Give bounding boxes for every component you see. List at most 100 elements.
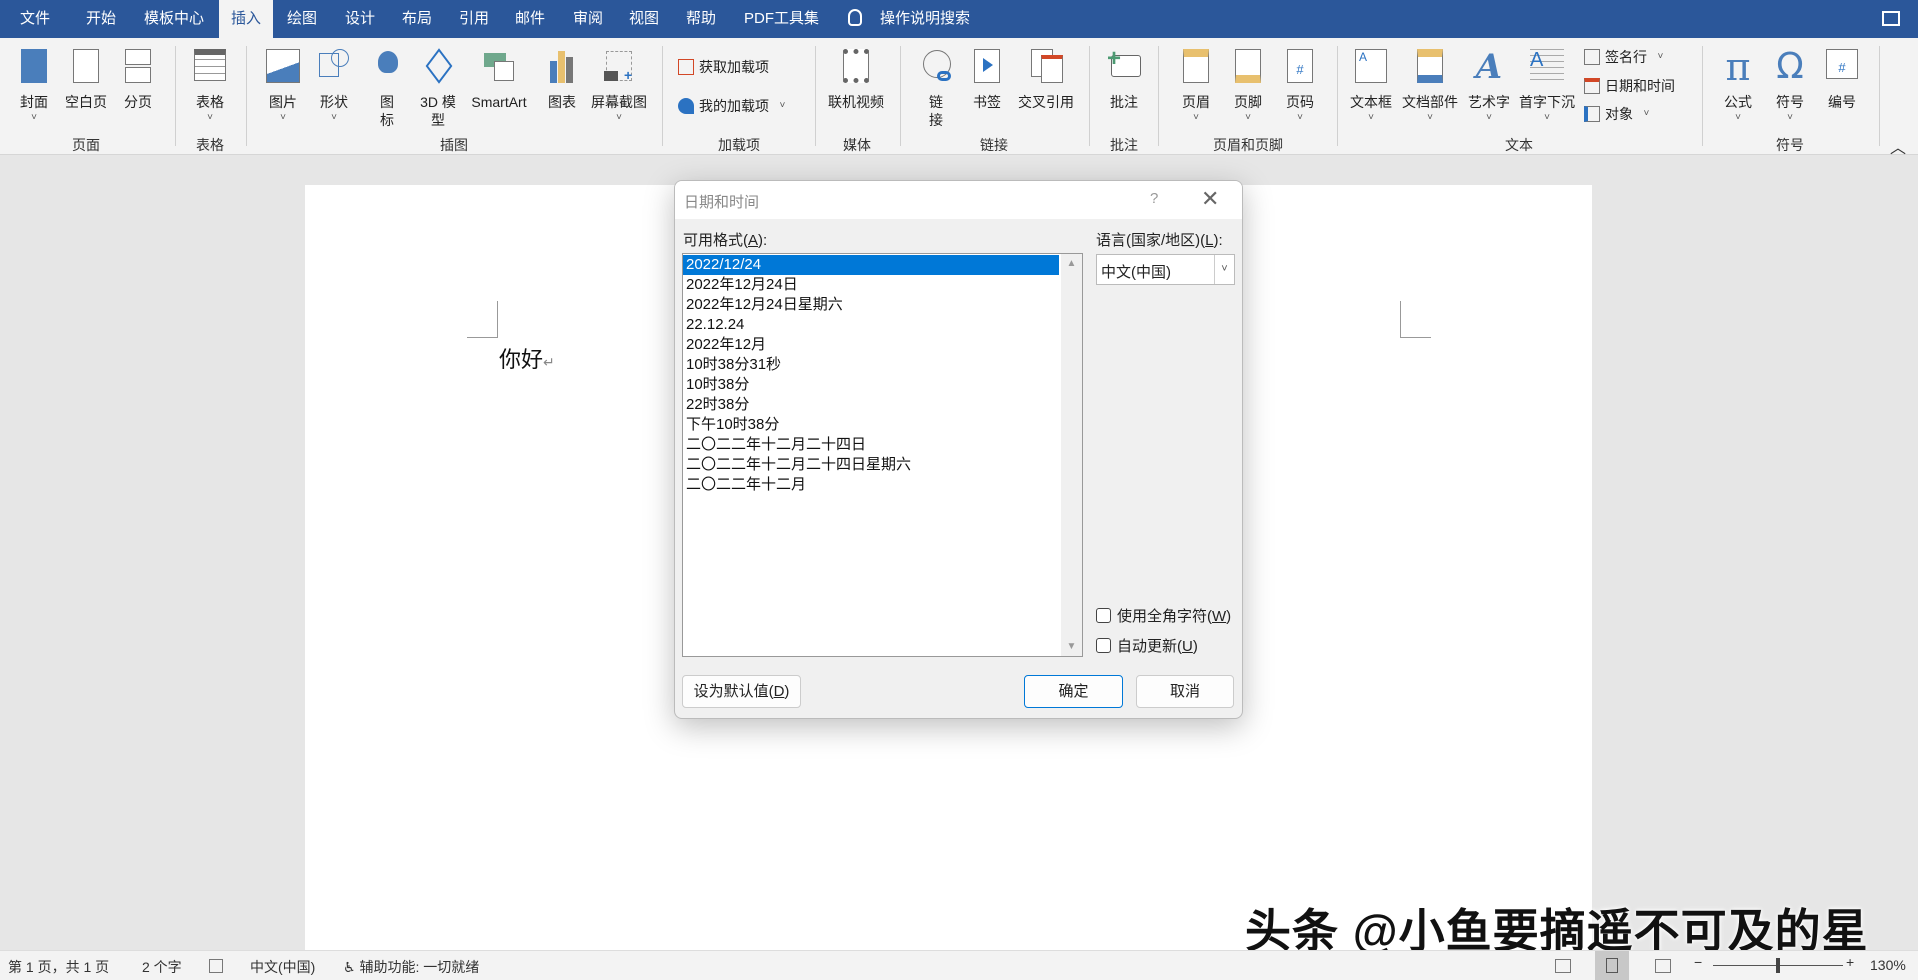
zoom-in-button[interactable]: + xyxy=(1846,954,1854,970)
bookmark-icon xyxy=(970,49,1004,85)
format-option[interactable]: 22时38分 xyxy=(683,395,1059,415)
page-count[interactable]: 第 1 页，共 1 页 xyxy=(8,957,109,977)
margin-corner-right xyxy=(1400,301,1431,338)
number-button[interactable]: # 编号 xyxy=(1816,46,1868,111)
fullwidth-checkbox[interactable]: 使用全角字符(W) xyxy=(1096,605,1231,626)
help-button[interactable]: ? xyxy=(1150,190,1158,207)
format-option[interactable]: 22.12.24 xyxy=(683,315,1059,335)
listbox-scrollbar[interactable]: ▲ ▼ xyxy=(1061,254,1082,656)
accessibility-status[interactable]: ♿︎ 辅助功能: 一切就绪 xyxy=(343,957,479,977)
3d-models-button[interactable]: 3D 模 型 xyxy=(412,46,464,129)
tab-mailings[interactable]: 邮件 xyxy=(507,0,553,38)
format-option[interactable]: 二〇二二年十二月二十四日星期六 xyxy=(683,455,1059,475)
language-status[interactable]: 中文(中国) xyxy=(250,957,315,977)
group-label-header-footer: 页眉和页脚 xyxy=(1213,137,1283,153)
pictures-button[interactable]: 图片 ˅ xyxy=(257,46,309,125)
page-number-button[interactable]: # 页码 ˅ xyxy=(1274,46,1326,125)
tab-design[interactable]: 设计 xyxy=(337,0,383,38)
tab-file[interactable]: 文件 xyxy=(12,0,58,38)
format-option[interactable]: 2022年12月24日星期六 xyxy=(683,295,1059,315)
header-button[interactable]: 页眉 ˅ xyxy=(1170,46,1222,125)
cover-page-button[interactable]: 封面 ˅ xyxy=(8,46,60,125)
chart-button[interactable]: 图表 xyxy=(536,46,588,111)
symbol-button[interactable]: Ω 符号 ˅ xyxy=(1764,46,1816,125)
margin-corner-left xyxy=(467,301,498,338)
format-option[interactable]: 二〇二二年十二月 xyxy=(683,475,1059,495)
tab-references[interactable]: 引用 xyxy=(451,0,497,38)
tab-templates[interactable]: 模板中心 xyxy=(136,0,212,38)
format-option[interactable]: 10时38分 xyxy=(683,375,1059,395)
text-box-button[interactable]: A 文本框 ˅ xyxy=(1345,46,1397,125)
group-label-links: 链接 xyxy=(980,137,1008,153)
bird-icon xyxy=(370,49,404,85)
cross-reference-button[interactable]: 交叉引用 xyxy=(1018,46,1074,111)
tab-layout[interactable]: 布局 xyxy=(394,0,440,38)
signature-icon xyxy=(1584,49,1600,65)
tell-me-search[interactable]: 操作说明搜索 xyxy=(872,0,978,38)
tab-insert[interactable]: 插入 xyxy=(219,0,274,38)
scroll-up-icon[interactable]: ▲ xyxy=(1061,258,1082,269)
cancel-button[interactable]: 取消 xyxy=(1136,675,1234,708)
picture-icon xyxy=(266,49,300,85)
number-icon: # xyxy=(1825,49,1859,85)
zoom-level[interactable]: 130% xyxy=(1870,957,1906,973)
wordart-icon: A xyxy=(1475,47,1503,87)
wordart-button[interactable]: A 艺术字 ˅ xyxy=(1463,46,1515,125)
globe-link-icon xyxy=(919,49,953,85)
format-option[interactable]: 2022年12月24日 xyxy=(683,275,1059,295)
close-icon[interactable]: ✕ xyxy=(1201,186,1219,212)
chevron-down-icon[interactable]: ˅ xyxy=(1214,255,1234,284)
format-option[interactable]: 二〇二二年十二月二十四日 xyxy=(683,435,1059,455)
proofing-icon[interactable] xyxy=(209,959,223,973)
checkbox-box[interactable] xyxy=(1096,608,1111,623)
set-default-button[interactable]: 设为默认值(D) xyxy=(682,675,801,708)
bookmark-button[interactable]: 书签 xyxy=(961,46,1013,111)
smartart-button[interactable]: SmartArt xyxy=(471,46,527,111)
scroll-down-icon[interactable]: ▼ xyxy=(1061,641,1082,652)
group-label-tables: 表格 xyxy=(196,137,224,153)
format-option[interactable]: 10时38分31秒 xyxy=(683,355,1059,375)
tab-help[interactable]: 帮助 xyxy=(678,0,724,38)
chevron-down-icon: ˅ xyxy=(280,112,286,123)
my-addins-button[interactable]: 我的加载项 ˅ xyxy=(678,96,785,116)
signature-line-button[interactable]: 签名行 ˅ xyxy=(1584,47,1663,67)
format-option[interactable]: 2022/12/24 xyxy=(683,255,1059,275)
auto-update-checkbox[interactable]: 自动更新(U) xyxy=(1096,635,1198,656)
formats-listbox[interactable]: 2022/12/24 2022年12月24日 2022年12月24日星期六 22.12… xyxy=(682,253,1083,657)
tab-view[interactable]: 视图 xyxy=(621,0,667,38)
table-button[interactable]: 表格 ˅ xyxy=(184,46,236,125)
checkbox-box[interactable] xyxy=(1096,638,1111,653)
collapse-ribbon-icon[interactable]: ︿ xyxy=(1890,134,1906,158)
zoom-slider-thumb[interactable] xyxy=(1776,958,1780,973)
print-layout-button[interactable] xyxy=(1595,951,1629,980)
web-layout-icon[interactable] xyxy=(1655,959,1671,973)
comments-icon[interactable] xyxy=(1882,11,1900,26)
screenshot-button[interactable]: + 屏幕截图 ˅ xyxy=(591,46,647,125)
zoom-out-button[interactable]: − xyxy=(1694,954,1702,970)
page-break-button[interactable]: 分页 xyxy=(112,46,164,111)
document-text[interactable]: 你好↵ xyxy=(499,342,555,374)
tab-pdf-tools[interactable]: PDF工具集 xyxy=(736,0,827,38)
tab-draw[interactable]: 绘图 xyxy=(279,0,325,38)
footer-button[interactable]: 页脚 ˅ xyxy=(1222,46,1274,125)
date-time-button[interactable]: 日期和时间 xyxy=(1584,76,1675,96)
tab-review[interactable]: 审阅 xyxy=(565,0,611,38)
quick-parts-button[interactable]: 文档部件 ˅ xyxy=(1402,46,1458,125)
object-button[interactable]: 对象 ˅ xyxy=(1584,104,1649,124)
chevron-down-icon: ˅ xyxy=(31,112,37,123)
language-select[interactable]: 中文(中国) ˅ xyxy=(1096,254,1235,285)
tab-home[interactable]: 开始 xyxy=(78,0,124,38)
equation-button[interactable]: π 公式 ˅ xyxy=(1712,46,1764,125)
get-addins-button[interactable]: 获取加载项 xyxy=(678,57,769,77)
comment-button[interactable]: + 批注 xyxy=(1098,45,1150,111)
word-count[interactable]: 2 个字 xyxy=(142,957,182,977)
format-option[interactable]: 2022年12月 xyxy=(683,335,1059,355)
ok-button[interactable]: 确定 xyxy=(1024,675,1123,708)
blank-page-icon xyxy=(69,49,103,85)
online-video-button[interactable]: 联机视频 xyxy=(828,46,884,111)
read-mode-icon[interactable] xyxy=(1555,959,1571,973)
drop-cap-button[interactable]: A 首字下沉 ˅ xyxy=(1519,46,1575,125)
footer-icon xyxy=(1231,49,1265,85)
format-option[interactable]: 下午10时38分 xyxy=(683,415,1059,435)
link-button[interactable]: 链 接 xyxy=(910,46,962,129)
